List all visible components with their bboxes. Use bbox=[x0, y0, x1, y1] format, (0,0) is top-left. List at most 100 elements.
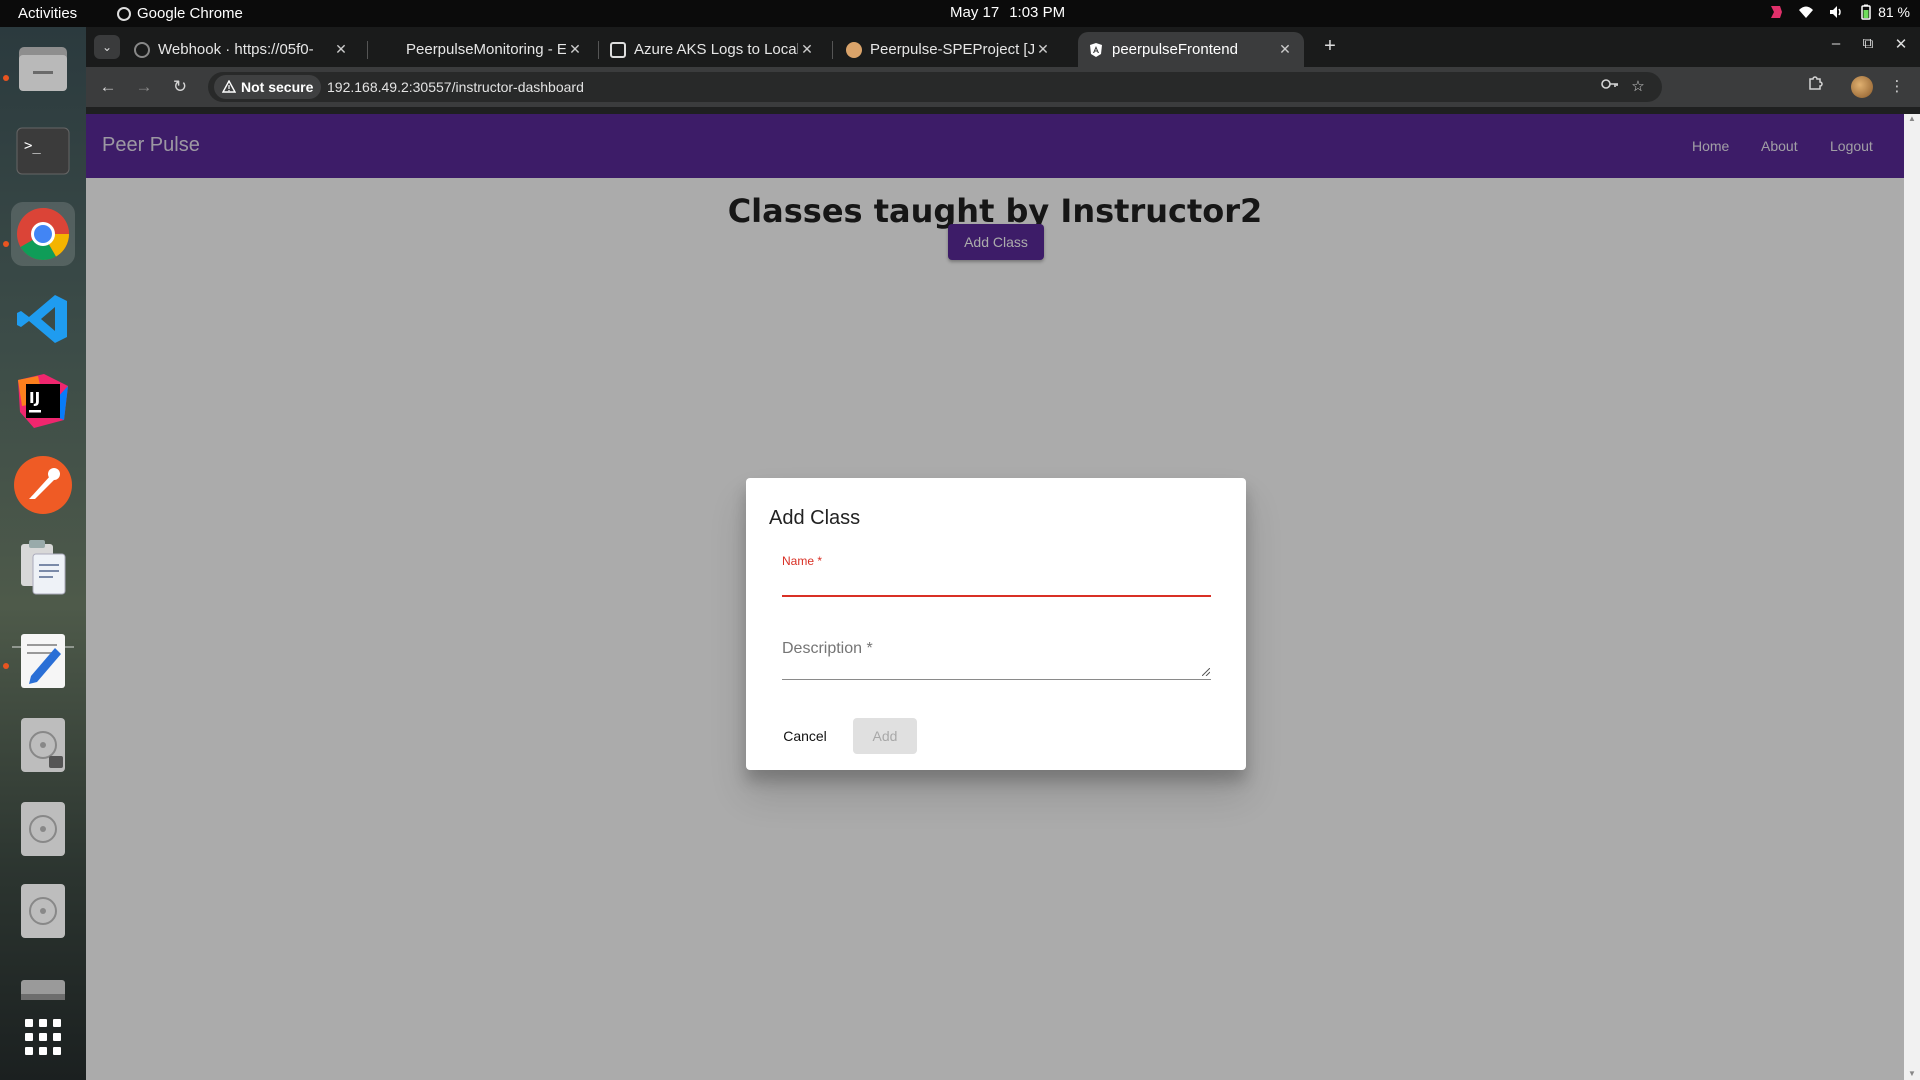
chrome-small-icon bbox=[117, 6, 131, 21]
chrome-menu-icon[interactable]: ⋮ bbox=[1885, 75, 1909, 99]
minimize-icon: – bbox=[1831, 35, 1841, 52]
close-icon: ✕ bbox=[1894, 36, 1908, 53]
browser-toolbar: ← → ↻ Not secure 192.168.49.2:30557/inst… bbox=[86, 67, 1920, 107]
new-tab-button[interactable]: + bbox=[1318, 35, 1342, 58]
close-icon[interactable]: ✕ bbox=[798, 41, 816, 58]
url-text[interactable]: 192.168.49.2:30557/instructor-dashboard bbox=[327, 79, 584, 95]
name-field-underline bbox=[782, 595, 1211, 597]
chrome-icon bbox=[17, 208, 69, 260]
battery-icon bbox=[1861, 4, 1871, 20]
bookmark-star-icon[interactable]: ☆ bbox=[1628, 77, 1648, 95]
openai-favicon-icon bbox=[610, 41, 626, 58]
add-class-dialog: Add Class Name * Description * Cancel Ad… bbox=[746, 478, 1246, 770]
reload-button[interactable]: ↻ bbox=[168, 75, 192, 99]
page-scrollbar[interactable]: ▲ ▼ bbox=[1904, 114, 1920, 1080]
scroll-down-icon[interactable]: ▼ bbox=[1908, 1069, 1916, 1078]
disk-icon bbox=[21, 802, 65, 856]
dock-disk-1[interactable] bbox=[11, 797, 75, 861]
chrome-window: ⌄ Webhook · https://05f0- ✕ PeerpulseMon… bbox=[86, 27, 1920, 1080]
security-indicator[interactable]: Not secure bbox=[214, 75, 322, 99]
restore-icon: ⧉ bbox=[1862, 35, 1874, 52]
dock-chrome[interactable] bbox=[11, 202, 75, 266]
tab-title: Azure AKS Logs to Local bbox=[634, 41, 798, 58]
jenkins-favicon-icon bbox=[846, 41, 862, 58]
profile-avatar[interactable] bbox=[1851, 76, 1873, 98]
name-input[interactable] bbox=[782, 570, 1211, 594]
angular-favicon-icon bbox=[1090, 42, 1102, 57]
dock: >_ IJ bbox=[0, 27, 86, 1080]
running-indicator bbox=[3, 663, 9, 669]
extensions-icon[interactable] bbox=[1803, 75, 1827, 99]
chevron-down-icon: ⌄ bbox=[101, 40, 113, 54]
app-menu[interactable]: Google Chrome bbox=[117, 5, 243, 22]
cancel-button[interactable]: Cancel bbox=[773, 718, 837, 754]
running-indicator bbox=[3, 75, 9, 81]
intellij-icon: IJ bbox=[18, 374, 68, 428]
description-field-label: Description * bbox=[782, 640, 873, 657]
resize-grip-icon[interactable] bbox=[1202, 668, 1210, 676]
back-arrow-icon: ← bbox=[99, 77, 117, 96]
close-icon[interactable]: ✕ bbox=[1276, 41, 1294, 58]
tab-title: Webhook · https://05f0- bbox=[158, 41, 314, 58]
tab-jenkins-project[interactable]: Peerpulse-SPEProject [Je ✕ bbox=[836, 32, 1062, 67]
dock-app-grid[interactable] bbox=[11, 1005, 75, 1069]
dock-intellij[interactable]: IJ bbox=[11, 369, 75, 433]
dock-vscode[interactable] bbox=[11, 287, 75, 351]
tab-separator bbox=[598, 41, 599, 59]
restore-button[interactable]: ⧉ bbox=[1858, 35, 1878, 52]
password-key-icon[interactable] bbox=[1600, 77, 1620, 95]
tab-search-button[interactable]: ⌄ bbox=[94, 35, 120, 59]
loading-favicon-icon bbox=[134, 41, 150, 58]
minimize-button[interactable]: – bbox=[1826, 35, 1846, 52]
close-window-button[interactable]: ✕ bbox=[1891, 35, 1911, 53]
security-label: Not secure bbox=[241, 79, 314, 95]
tab-strip: ⌄ Webhook · https://05f0- ✕ PeerpulseMon… bbox=[86, 27, 1920, 67]
scroll-up-icon[interactable]: ▲ bbox=[1908, 114, 1916, 123]
dock-text-editor[interactable] bbox=[11, 629, 75, 693]
web-page: Peer Pulse Home About Logout Classes tau… bbox=[86, 114, 1904, 1080]
system-tray[interactable]: 81 % bbox=[1768, 4, 1910, 20]
name-field-label: Name * bbox=[782, 554, 823, 568]
tab-peerpulse-frontend[interactable]: peerpulseFrontend ✕ bbox=[1078, 32, 1304, 67]
clipboard-icon bbox=[21, 540, 66, 595]
close-icon[interactable]: ✕ bbox=[1034, 41, 1052, 58]
address-bar[interactable]: Not secure 192.168.49.2:30557/instructor… bbox=[208, 72, 1662, 102]
system-top-bar: Activities Google Chrome May 17 1:03 PM 8… bbox=[0, 0, 1920, 27]
warning-icon bbox=[222, 80, 236, 93]
activities-button[interactable]: Activities bbox=[18, 5, 77, 22]
app-grid-icon bbox=[25, 1019, 61, 1055]
terminal-icon: >_ bbox=[16, 127, 70, 175]
postman-icon bbox=[14, 456, 72, 514]
add-button[interactable]: Add bbox=[853, 718, 917, 754]
battery-percent: 81 % bbox=[1878, 4, 1910, 20]
clock-time: 1:03 PM bbox=[1009, 4, 1066, 21]
reload-icon: ↻ bbox=[172, 77, 188, 96]
clock-date: May 17 bbox=[950, 4, 1000, 21]
dialog-title: Add Class bbox=[769, 507, 861, 529]
back-button[interactable]: ← bbox=[96, 75, 120, 99]
volume-icon bbox=[1830, 6, 1841, 18]
tab-separator bbox=[367, 41, 368, 59]
text-editor-icon bbox=[21, 634, 65, 688]
tab-peerpulse-monitoring[interactable]: PeerpulseMonitoring - E ✕ bbox=[372, 32, 594, 67]
intellij-letters: IJ bbox=[29, 389, 40, 407]
tab-title: PeerpulseMonitoring - E bbox=[406, 41, 566, 58]
disk-icon bbox=[21, 718, 65, 772]
forward-button[interactable]: → bbox=[132, 75, 156, 99]
dock-clipboard[interactable] bbox=[11, 535, 75, 599]
blank-favicon-icon bbox=[382, 42, 398, 58]
plus-icon: + bbox=[1324, 35, 1336, 57]
dock-disk-2[interactable] bbox=[11, 879, 75, 943]
tab-azure-aks-logs[interactable]: Azure AKS Logs to Local ✕ bbox=[600, 32, 826, 67]
app-menu-label: Google Chrome bbox=[137, 5, 243, 22]
clock[interactable]: May 17 1:03 PM bbox=[950, 4, 1075, 21]
notification-app-icon bbox=[1771, 6, 1783, 18]
description-textarea[interactable] bbox=[782, 679, 1211, 680]
dock-files[interactable] bbox=[11, 37, 75, 101]
close-icon[interactable]: ✕ bbox=[566, 41, 584, 58]
tab-webhook[interactable]: Webhook · https://05f0- ✕ bbox=[124, 32, 360, 67]
dock-postman[interactable] bbox=[11, 453, 75, 517]
close-icon[interactable]: ✕ bbox=[332, 41, 350, 58]
dock-terminal[interactable]: >_ bbox=[11, 120, 75, 184]
dock-disk-locked[interactable] bbox=[11, 713, 75, 777]
